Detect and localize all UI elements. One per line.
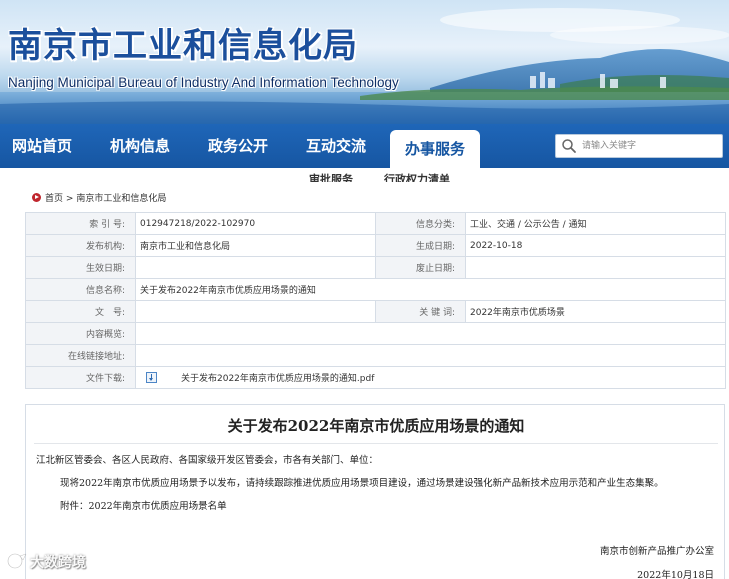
signature-date: 2022年10月18日 [637, 570, 714, 579]
table-row: 生效日期: 废止日期: [25, 256, 726, 279]
online-link-value [135, 344, 726, 367]
doc-no-label: 文 号: [25, 300, 136, 323]
breadcrumb-home-link[interactable]: 首页 [45, 194, 63, 204]
abolished-date-value [465, 256, 726, 279]
table-row: 文 号: 关 键 词: 2022年南京市优质场景 [25, 300, 726, 323]
submenu-item-approval[interactable]: 审批服务 [309, 171, 353, 182]
document-info-table: 索 引 号: 012947218/2022-102970 信息分类: 工业、交通… [25, 212, 726, 389]
summary-value [135, 322, 726, 345]
download-label: 文件下载: [25, 366, 136, 389]
watermark-text: 大数跨境 [30, 555, 86, 571]
info-name-value: 关于发布2022年南京市优质应用场景的通知 [135, 278, 726, 301]
nav-item-org-info[interactable]: 机构信息 [110, 124, 170, 168]
publisher-label: 发布机构: [25, 234, 136, 257]
info-name-label: 信息名称: [25, 278, 136, 301]
table-row: 内容概览: [25, 322, 726, 345]
index-no-label: 索 引 号: [25, 212, 136, 235]
services-submenu: 审批服务 行政权力清单 [0, 168, 729, 182]
divider [34, 443, 718, 444]
article-title: 关于发布2022年南京市优质应用场景的通知 [227, 417, 525, 435]
table-row: 文件下载: 关于发布2022年南京市优质应用场景的通知.pdf [25, 366, 726, 389]
download-cell: 关于发布2022年南京市优质应用场景的通知.pdf [135, 366, 726, 389]
search-input[interactable] [582, 136, 718, 156]
category-value: 工业、交通 / 公示公告 / 通知 [465, 212, 726, 235]
article-body: 关于发布2022年南京市优质应用场景的通知 江北新区管委会、各区人民政府、各国家… [25, 404, 725, 579]
index-no-value: 012947218/2022-102970 [135, 212, 376, 235]
article-paragraph: 现将2022年南京市优质应用场景予以发布，请持续跟踪推进优质应用场景项目建设，通… [60, 478, 664, 489]
category-label: 信息分类: [375, 212, 466, 235]
nav-item-gov-affairs[interactable]: 政务公开 [208, 124, 268, 168]
keywords-label: 关 键 词: [375, 300, 466, 323]
article-salutation: 江北新区管委会、各区人民政府、各国家级开发区管委会，市各有关部门、单位： [36, 455, 379, 466]
site-banner: 南京市工业和信息化局 Nanjing Municipal Bureau of I… [0, 0, 729, 124]
nav-item-home[interactable]: 网站首页 [12, 124, 72, 168]
publisher-value: 南京市工业和信息化局 [135, 234, 376, 257]
watermark-logo-icon [7, 553, 27, 569]
online-link-label: 在线链接地址: [25, 344, 136, 367]
main-nav: 网站首页 机构信息 政务公开 互动交流 办事服务 [0, 124, 729, 168]
breadcrumb: 首页 > 南京市工业和信息化局 [32, 191, 166, 204]
search-box [555, 134, 723, 158]
created-date-label: 生成日期: [375, 234, 466, 257]
watermark: 大数跨境 [6, 552, 86, 576]
abolished-date-label: 废止日期: [375, 256, 466, 279]
nav-item-services[interactable]: 办事服务 [390, 130, 480, 168]
search-icon[interactable] [561, 138, 577, 154]
keywords-value: 2022年南京市优质场景 [465, 300, 726, 323]
table-row: 发布机构: 南京市工业和信息化局 生成日期: 2022-10-18 [25, 234, 726, 257]
created-date-value: 2022-10-18 [465, 234, 726, 257]
download-file-link[interactable]: 关于发布2022年南京市优质应用场景的通知.pdf [181, 374, 374, 384]
article-attachment: 附件：2022年南京市优质应用场景名单 [60, 501, 227, 512]
breadcrumb-separator: > [65, 194, 74, 204]
submenu-item-power-list[interactable]: 行政权力清单 [384, 171, 450, 182]
summary-label: 内容概览: [25, 322, 136, 345]
nav-item-interaction[interactable]: 互动交流 [306, 124, 366, 168]
download-icon[interactable] [146, 372, 157, 383]
breadcrumb-current-link[interactable]: 南京市工业和信息化局 [76, 194, 166, 204]
effective-date-label: 生效日期: [25, 256, 136, 279]
signature-org: 南京市创新产品推广办公室 [599, 546, 714, 557]
doc-no-value [135, 300, 376, 323]
table-row: 信息名称: 关于发布2022年南京市优质应用场景的通知 [25, 278, 726, 301]
effective-date-value [135, 256, 376, 279]
site-subtitle: Nanjing Municipal Bureau of Industry And… [8, 75, 399, 90]
home-icon [32, 193, 41, 202]
table-row: 索 引 号: 012947218/2022-102970 信息分类: 工业、交通… [25, 212, 726, 235]
table-row: 在线链接地址: [25, 344, 726, 367]
site-title: 南京市工业和信息化局 [8, 26, 358, 66]
